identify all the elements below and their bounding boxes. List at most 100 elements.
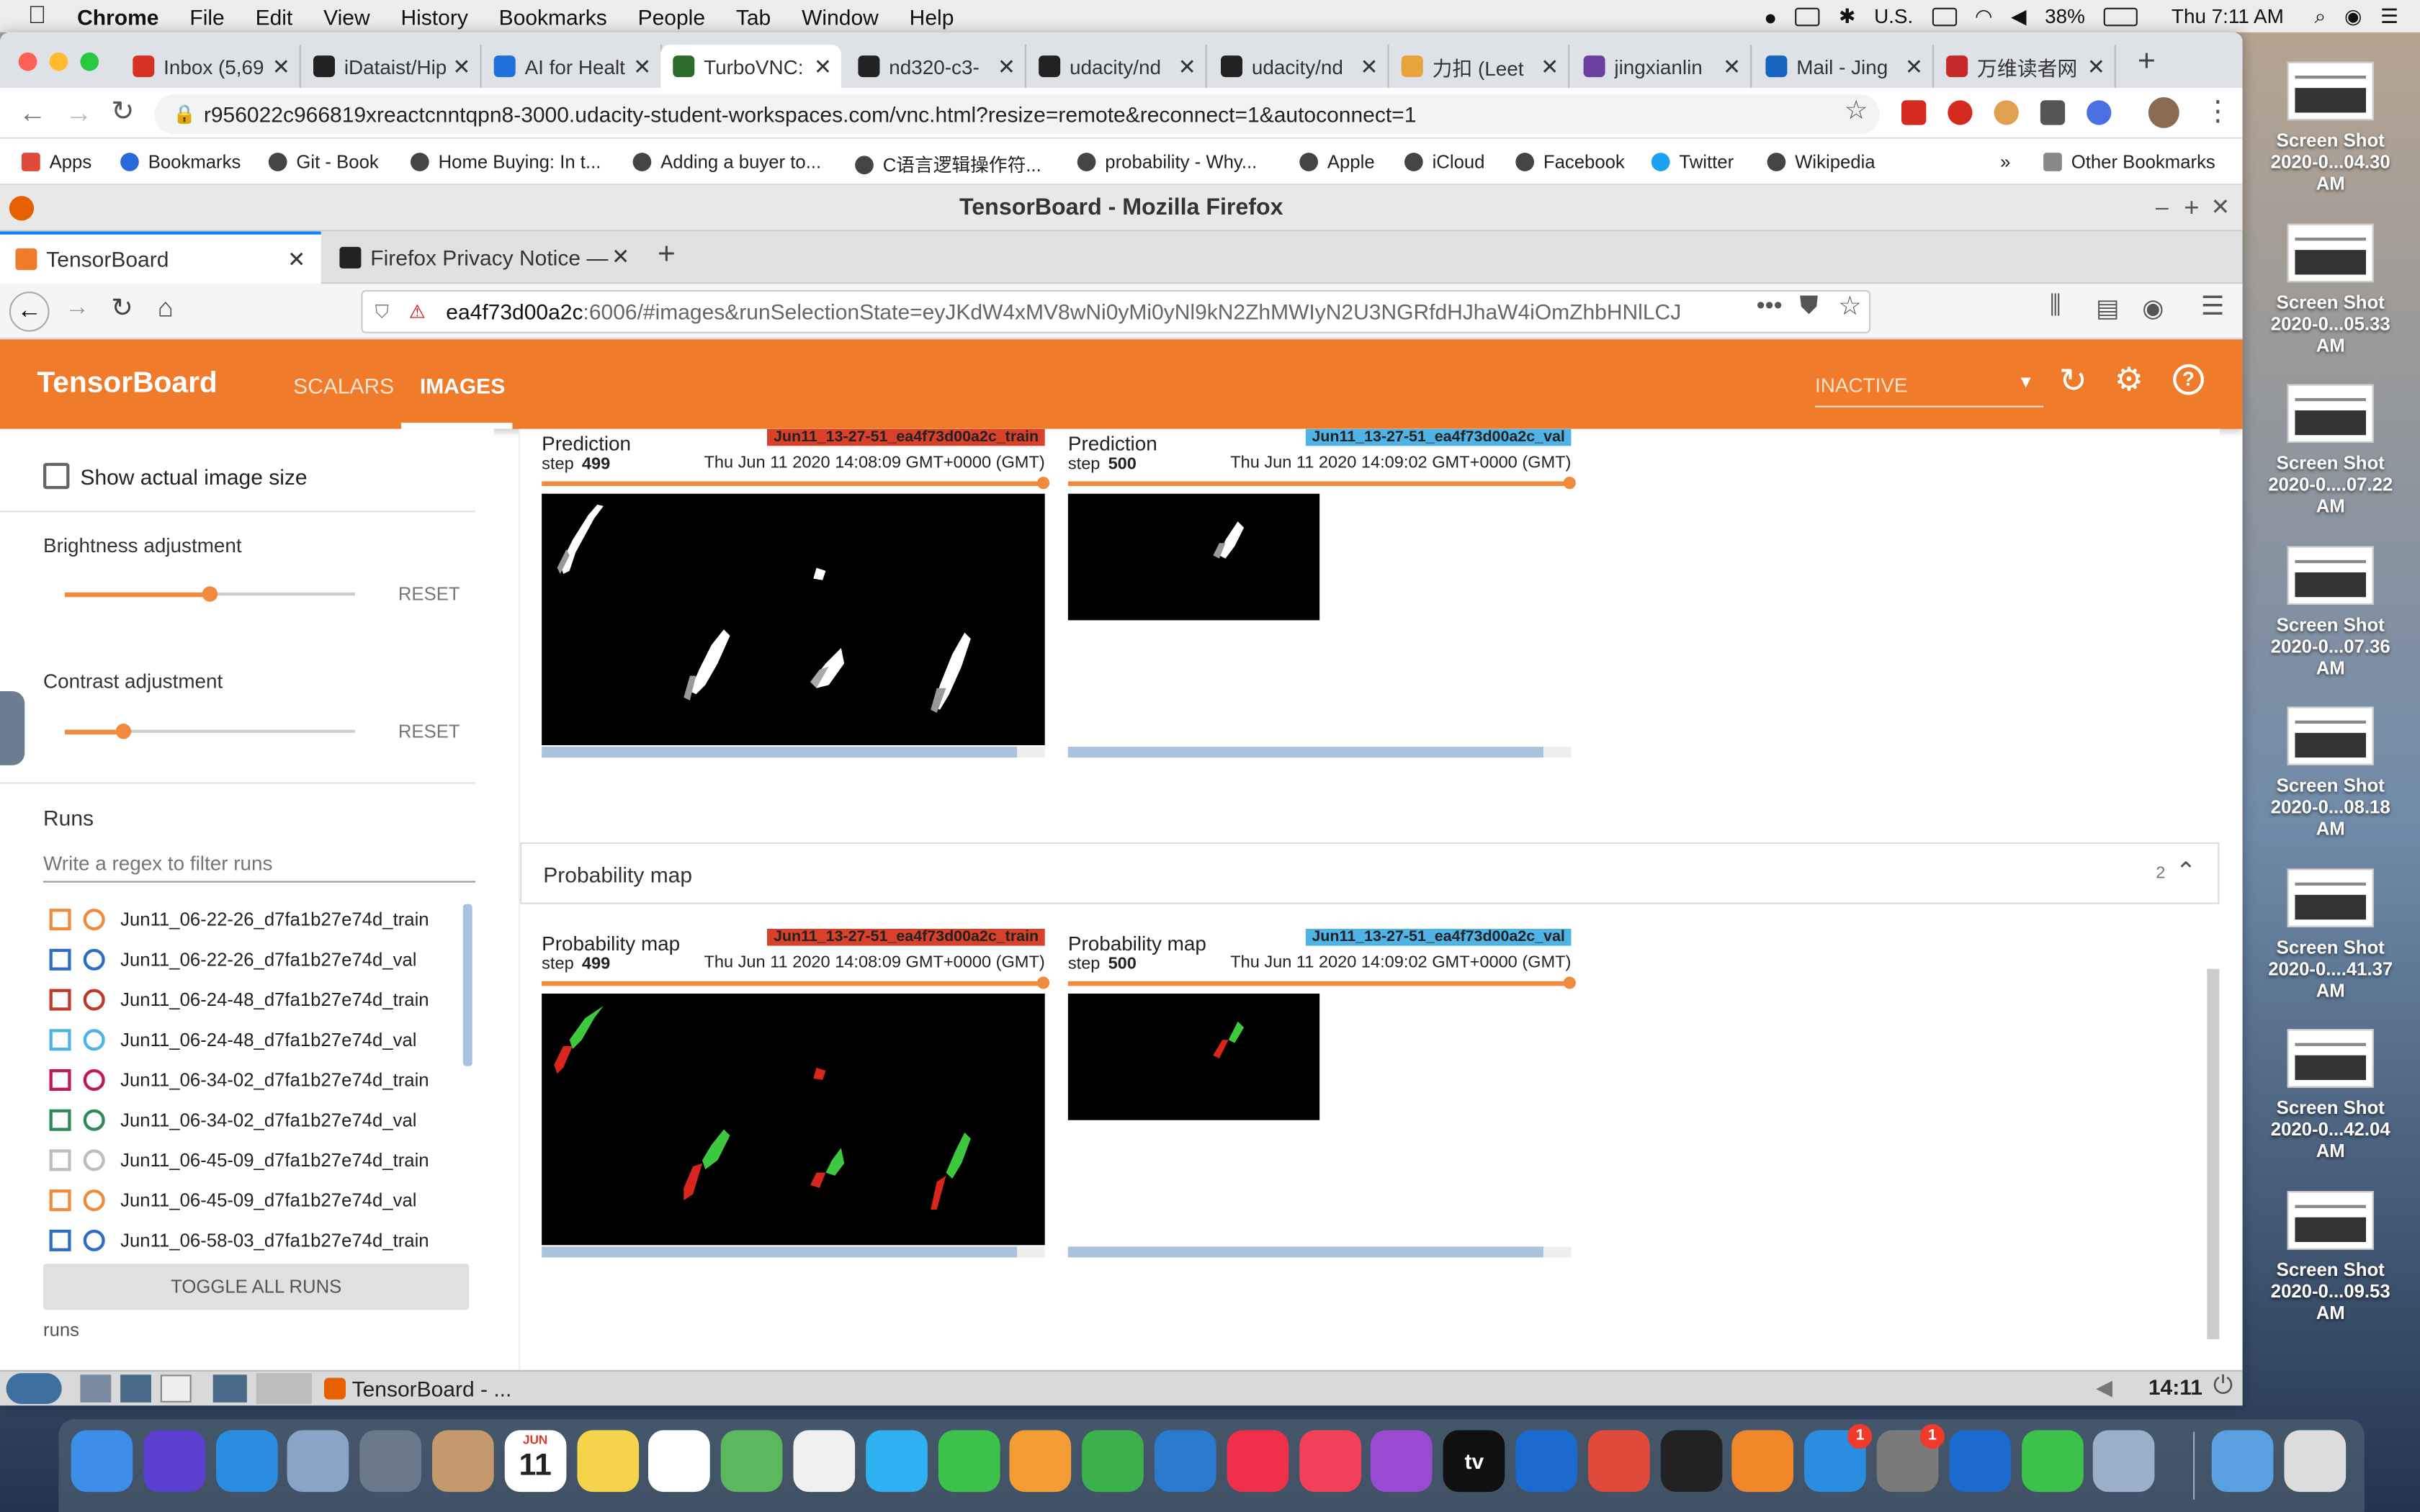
run-item[interactable]: Jun11_06-22-26_d7fa1b27e74d_val [49,941,467,978]
run-radio[interactable] [83,1189,105,1212]
contacts-icon[interactable] [432,1430,494,1493]
power-icon[interactable]: ⏻ [2213,1373,2233,1401]
podcasts-icon[interactable] [1371,1430,1433,1493]
run-item[interactable]: Jun11_06-34-02_d7fa1b27e74d_train [49,1061,467,1098]
vnc-viewport[interactable]: TensorBoard - Mozilla Firefox – + ✕ Tens… [0,185,2243,1406]
step-slider-knob[interactable] [1563,477,1576,490]
bookmark-adding-buyer[interactable]: Adding a buyer to... [632,151,821,173]
facetime-icon[interactable] [937,1430,1000,1493]
battery-icon[interactable] [2103,6,2138,26]
run-item[interactable]: Jun11_06-58-03_d7fa1b27e74d_train [49,1222,467,1259]
numbers-icon[interactable] [1082,1430,1144,1493]
finder-icon[interactable] [71,1430,133,1493]
chrome-tab[interactable]: udacity/nd ✕ [1026,45,1207,89]
minimize-window-button[interactable] [49,52,68,71]
pages-icon[interactable] [1010,1430,1072,1493]
run-checkbox[interactable] [49,909,71,931]
safari-icon[interactable] [215,1430,277,1493]
chrome-tab[interactable]: nd320-c3- ✕ [846,45,1026,89]
menu-bookmarks[interactable]: Bookmarks [499,4,607,28]
airplay-icon[interactable] [1795,6,1821,26]
close-tab-icon[interactable]: ✕ [1360,54,1378,80]
brightness-slider-knob[interactable] [202,586,218,602]
ff-tab-tensorboard[interactable]: TensorBoard ✕ [0,231,321,284]
run-checkbox[interactable] [49,1189,71,1212]
brightness-reset-button[interactable]: RESET [398,583,460,605]
ff-home-icon[interactable]: ⌂ [158,293,174,324]
actual-size-checkbox[interactable] [43,462,70,490]
image-capture-icon[interactable] [2093,1430,2156,1493]
nav-images[interactable]: IMAGES [420,374,505,398]
desktop-screenshot-file[interactable]: Screen Shot 2020-0....07.22 AM [2257,384,2405,517]
spotlight-icon[interactable]: ⌕ [2315,4,2326,28]
run-item[interactable]: Jun11_06-45-09_d7fa1b27e74d_val [49,1182,467,1218]
preview-icon[interactable] [287,1430,350,1493]
close-tab-icon[interactable]: ✕ [452,54,470,80]
menu-help[interactable]: Help [910,4,954,28]
image-scrollbar[interactable] [1067,747,1572,758]
notification-center-icon[interactable]: ☰ [2380,4,2398,28]
firefox-maximize-icon[interactable]: + [2184,185,2199,231]
contrast-slider-knob[interactable] [115,723,131,739]
run-item[interactable]: Jun11_06-24-48_d7fa1b27e74d_val [49,1022,467,1058]
run-item[interactable]: Jun11_06-24-48_d7fa1b27e74d_train [49,981,467,1018]
chrome-address-bar[interactable]: 🔒 r956022c966819xreactcnntqpn8-3000.udac… [154,94,1881,135]
collapse-chevron-icon[interactable]: ⌃ [2176,856,2197,887]
menu-view[interactable]: View [323,4,369,28]
apple-menu-icon[interactable]:  [28,2,47,30]
desktop-screenshot-file[interactable]: Screen Shot 2020-0...08.18 AM [2257,706,2405,840]
reminders-icon[interactable] [648,1430,711,1493]
step-slider-knob[interactable] [1563,976,1576,989]
toggle-all-runs-button[interactable]: TOGGLE ALL RUNS [43,1264,470,1310]
trash-icon[interactable] [2284,1430,2347,1493]
chrome-menu-icon[interactable]: ⋮ [2204,96,2232,128]
books-icon[interactable] [1732,1430,1794,1493]
settings-gear-icon[interactable]: ⚙ [2115,361,2143,400]
firefox-minimize-icon[interactable]: – [2156,185,2169,231]
bookmark-home-buying[interactable]: Home Buying: In t... [411,151,601,173]
close-tab-icon[interactable]: ✕ [1905,54,1923,80]
run-checkbox[interactable] [49,1109,71,1131]
ff-bookmark-star-icon[interactable]: ☆ [1838,292,1862,323]
brightness-slider[interactable] [65,586,355,602]
run-checkbox[interactable] [49,1229,71,1251]
run-checkbox[interactable] [49,1069,71,1091]
chrome-tab[interactable]: TurboVNC: ✕ [660,45,841,89]
siri-icon[interactable] [143,1430,205,1493]
help-icon[interactable]: ? [2173,364,2204,395]
bookmark-probability[interactable]: probability - Why... [1077,151,1257,173]
desktop-screenshot-file[interactable]: Screen Shot 2020-0...04.30 AM [2257,61,2405,194]
step-slider-knob[interactable] [1037,976,1050,989]
run-radio[interactable] [83,1029,105,1051]
tensorboard-logo[interactable]: TensorBoard [37,367,217,401]
close-tab-icon[interactable]: ✕ [287,247,305,273]
chrome-tab[interactable]: udacity/nd ✕ [1209,45,1389,89]
new-tab-button[interactable]: + [2138,45,2156,80]
folder-icon[interactable] [2212,1430,2274,1493]
runs-scrollbar-thumb[interactable] [462,904,472,1066]
appletv-icon[interactable]: tv [1443,1430,1505,1493]
close-tab-icon[interactable]: ✕ [611,244,629,270]
menu-tab[interactable]: Tab [736,4,771,28]
workspace-switcher[interactable] [256,1373,312,1404]
bookmark-c-logic[interactable]: C语言逻辑操作符... [855,151,1041,177]
forward-icon[interactable]: → [65,97,93,130]
ff-reload-icon[interactable]: ↻ [111,293,133,324]
bookmark-facebook[interactable]: Facebook [1515,151,1625,173]
volume-icon[interactable]: ◀ [2011,4,2026,28]
chrome-tab[interactable]: Mail - Jing ✕ [1753,45,1934,89]
step-slider[interactable] [542,981,1045,986]
sidebar-toggle-icon[interactable]: ▤ [2096,293,2119,324]
chrome-tab[interactable]: 力扣 (Leet ✕ [1389,45,1570,89]
run-item[interactable]: Jun11_06-22-26_d7fa1b27e74d_train [49,901,467,937]
ff-menu-icon[interactable]: ☰ [2201,292,2225,323]
desktop-screenshot-file[interactable]: Screen Shot 2020-0...05.33 AM [2257,222,2405,356]
cookie-extension-icon[interactable] [1994,100,2019,125]
step-slider[interactable] [1067,981,1572,986]
chrome-tab[interactable]: iDataist/Hip ✕ [301,45,482,89]
start-menu-icon[interactable] [6,1373,62,1404]
bookmark-apps[interactable]: Apps [22,151,91,173]
run-checkbox[interactable] [49,1149,71,1171]
desktop-screenshot-file[interactable]: Screen Shot 2020-0...09.53 AM [2257,1190,2405,1323]
chrome-tab[interactable]: 万维读者网 ✕ [1934,45,2116,89]
